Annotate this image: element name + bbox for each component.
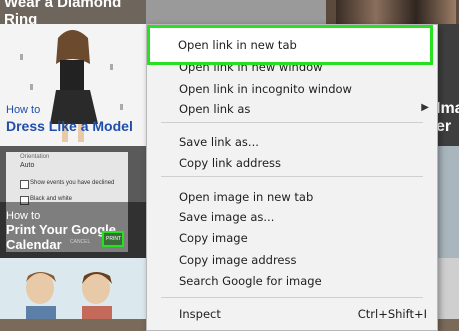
cancel-button-image: CANCEL [70,239,91,245]
print-button-image: PRINT [102,231,124,247]
menu-item-save-link-as[interactable]: Save link as... [147,131,437,153]
menu-item-inspect[interactable]: Inspect Ctrl+Shift+I [147,303,437,325]
menu-separator [161,122,423,123]
menu-item-copy-link-address[interactable]: Copy link address [147,152,437,174]
menu-item-open-link-as[interactable]: Open link as ▶ [147,98,437,120]
menu-item-open-image-new-tab[interactable]: Open image in new tab [147,186,437,208]
highlight-label: Open link in new tab [178,38,297,52]
tile-dress-title: Dress Like a Model [6,118,133,134]
orientation-label: Orientation [20,154,50,160]
tile-bottom-left[interactable] [0,258,146,319]
tile-diamond-ring-title: Wear a Diamond Ring [4,0,122,24]
couple-illustration [26,272,112,319]
declined-checkbox-label: Show events you have declined [30,180,115,186]
context-menu: Open link in new tab Open link in new wi… [146,24,438,331]
tile-diamond-ring[interactable]: Wear a Diamond Ring [0,0,146,24]
tile-top-right-photo[interactable] [326,0,459,24]
tile-calendar-how-to: How to [6,210,41,222]
people-photo [336,0,456,24]
menu-separator [161,176,423,177]
menu-item-copy-image-address[interactable]: Copy image address [147,249,437,271]
tile-top-middle [146,0,326,24]
menu-item-search-google-image[interactable]: Search Google for image [147,270,437,292]
tile-print-google-calendar[interactable]: Orientation Auto Show events you have de… [0,146,146,258]
tile-dress-like-model[interactable]: How to Dress Like a Model [0,24,146,146]
tile-right-partial-1: Ima [436,100,459,117]
menu-item-save-image-as[interactable]: Save image as... [147,206,437,228]
declined-checkbox [20,180,29,189]
tile-calendar-title: Print Your Google Calendar [6,222,117,252]
highlight-open-link-new-tab: Open link in new tab [147,25,433,65]
menu-item-open-link-incognito[interactable]: Open link in incognito window [147,78,437,100]
tile-right-partial-2: er [436,118,452,135]
submenu-arrow-icon: ▶ [421,102,429,113]
menu-item-copy-image[interactable]: Copy image [147,227,437,249]
tile-dress-how-to: How to [6,104,41,116]
orientation-value: Auto [20,162,35,169]
menu-separator [161,297,423,298]
